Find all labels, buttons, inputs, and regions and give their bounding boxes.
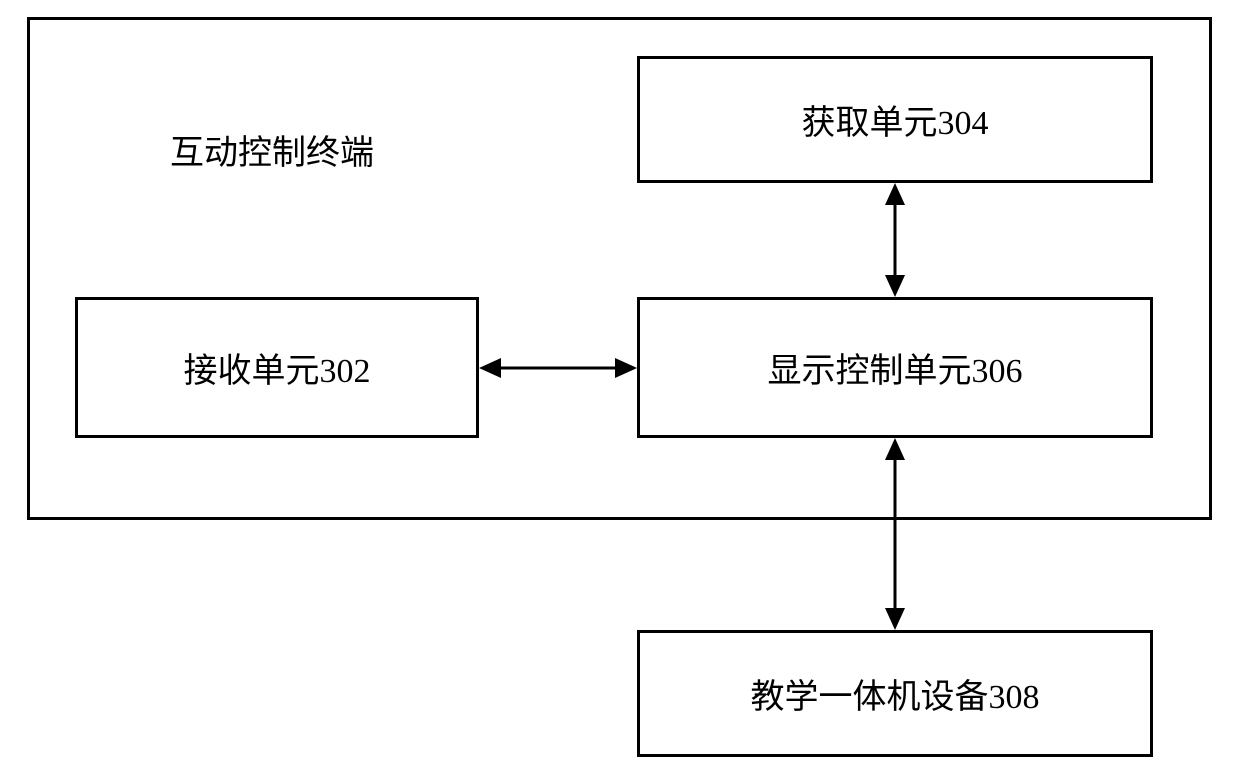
box-304-text: 获取单元304 [802, 95, 989, 144]
box-306-text: 显示控制单元306 [768, 343, 1023, 392]
box-acquisition-unit-304: 获取单元304 [637, 56, 1153, 183]
box-receiving-unit-302: 接收单元302 [75, 297, 479, 438]
arrow-306-308 [865, 438, 925, 630]
box-teaching-device-308: 教学一体机设备308 [637, 630, 1153, 757]
box-302-text: 接收单元302 [184, 343, 371, 392]
container-label: 互动控制终端 [170, 125, 374, 174]
diagram-canvas: 互动控制终端 获取单元304 接收单元302 显示控制单元306 教学一体机设备… [0, 0, 1240, 776]
arrow-304-306 [865, 183, 925, 297]
box-308-text: 教学一体机设备308 [751, 669, 1040, 718]
box-display-control-unit-306: 显示控制单元306 [637, 297, 1153, 438]
arrow-302-306 [479, 340, 637, 400]
